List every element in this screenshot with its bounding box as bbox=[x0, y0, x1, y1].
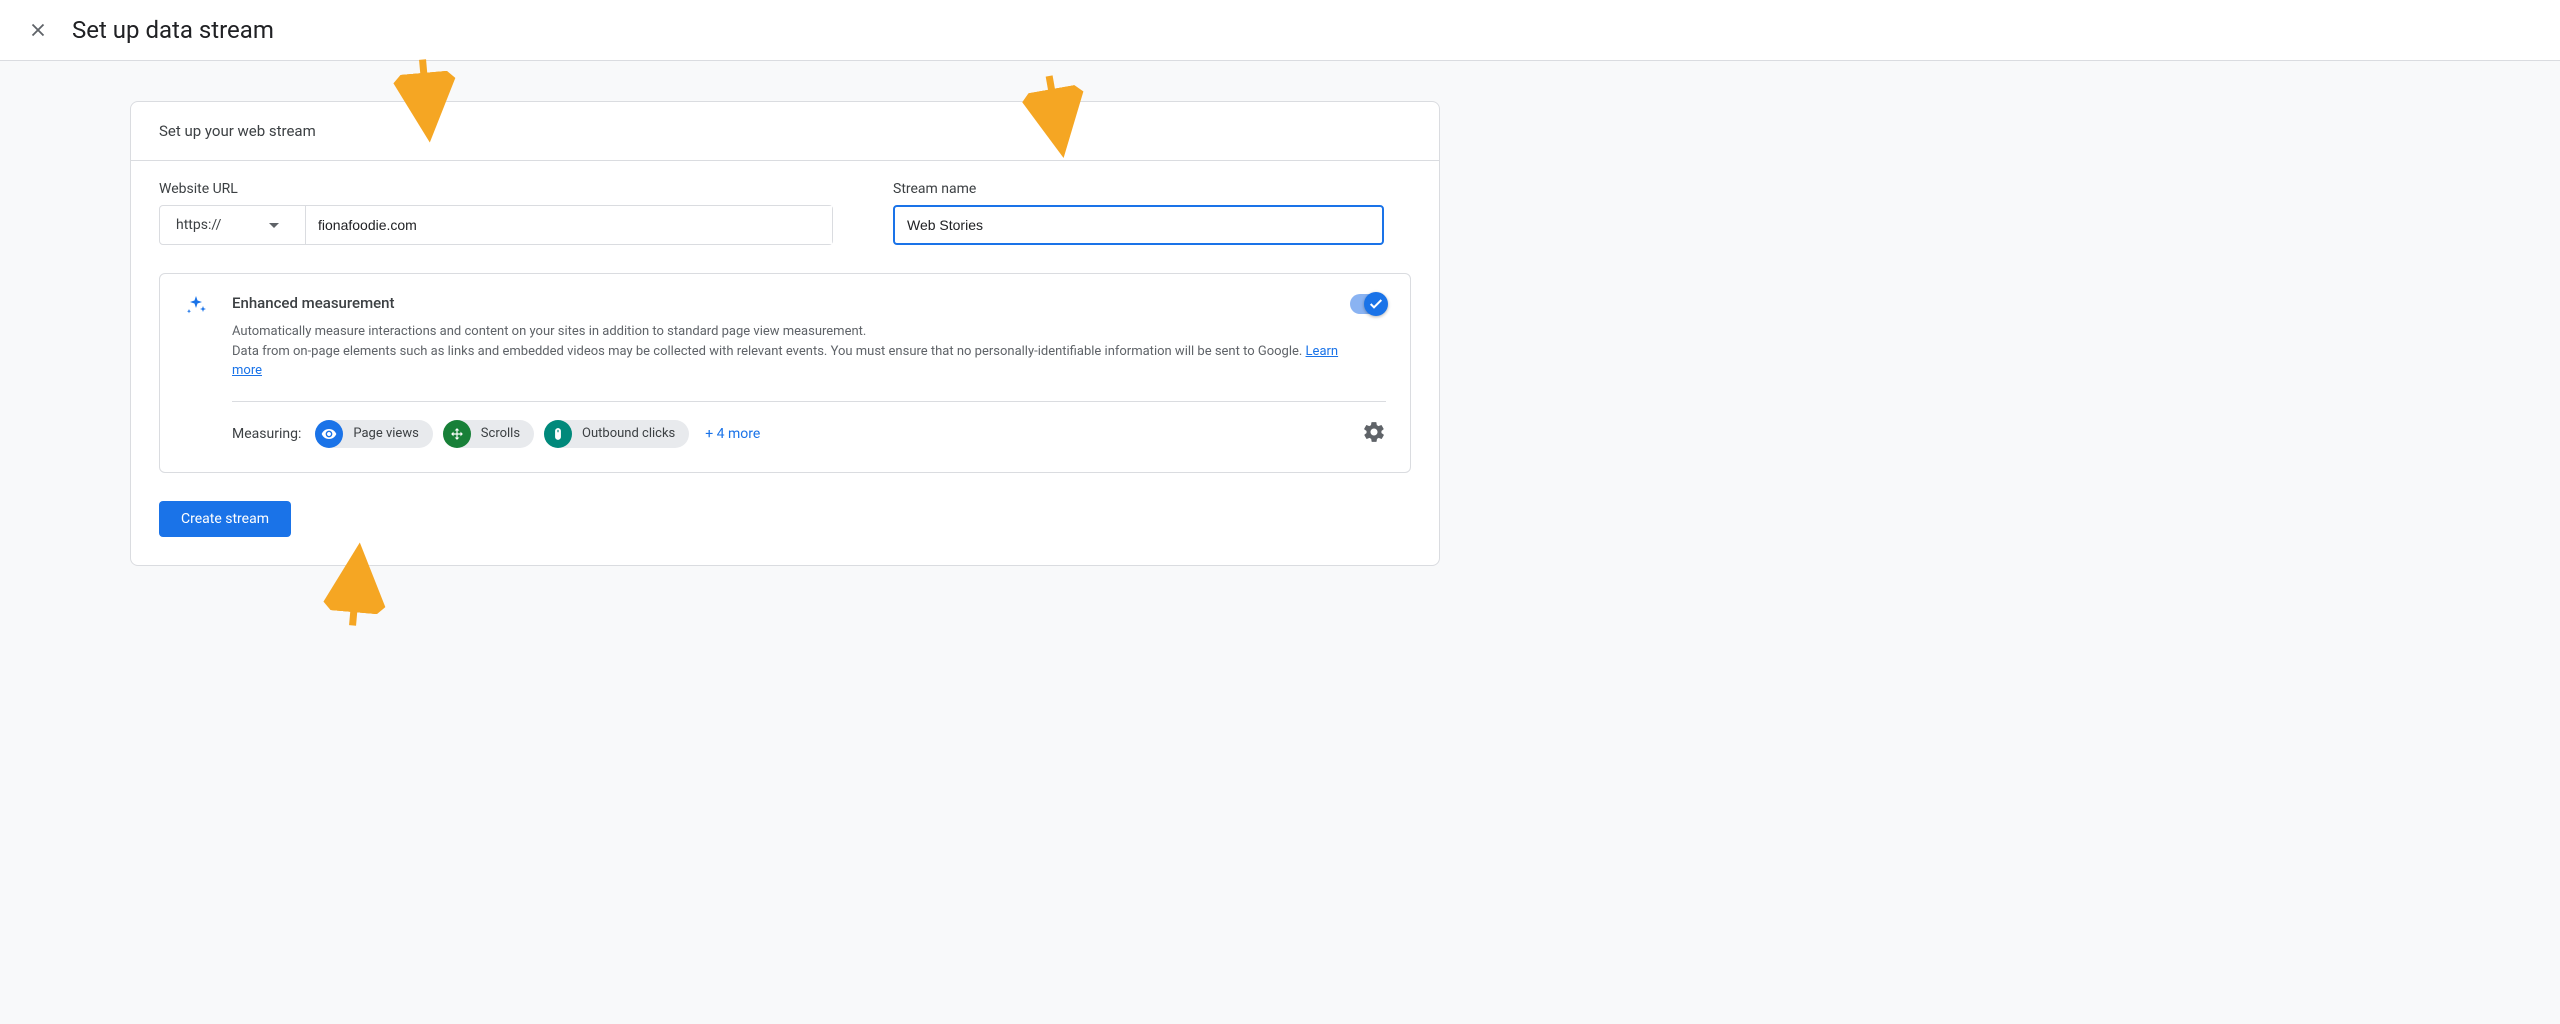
url-label: Website URL bbox=[159, 181, 833, 197]
check-icon bbox=[1368, 296, 1384, 312]
chip-label: Page views bbox=[353, 426, 418, 441]
create-stream-button[interactable]: Create stream bbox=[159, 501, 291, 537]
scroll-icon bbox=[443, 420, 471, 448]
enhanced-title: Enhanced measurement bbox=[232, 294, 1350, 312]
settings-button[interactable] bbox=[1362, 420, 1386, 448]
chip-outbound-clicks: Outbound clicks bbox=[544, 420, 689, 448]
divider bbox=[232, 401, 1386, 402]
sparkle-icon bbox=[184, 294, 208, 318]
card-subtitle: Set up your web stream bbox=[131, 102, 1439, 161]
mouse-icon bbox=[544, 420, 572, 448]
stream-name-input[interactable] bbox=[893, 205, 1384, 245]
chip-scrolls: Scrolls bbox=[443, 420, 534, 448]
annotation-arrow bbox=[307, 536, 406, 635]
eye-icon bbox=[315, 420, 343, 448]
stream-name-label: Stream name bbox=[893, 181, 1384, 197]
enhanced-description: Automatically measure interactions and c… bbox=[232, 322, 1350, 381]
enhanced-measurement-box: Enhanced measurement Automatically measu… bbox=[159, 273, 1411, 473]
form-row: Website URL https:// Stream name bbox=[131, 161, 1439, 245]
measuring-row: Measuring: Page views Scrolls bbox=[232, 420, 1386, 448]
stream-card: Set up your web stream Website URL https… bbox=[130, 101, 1440, 566]
enhanced-toggle[interactable] bbox=[1350, 294, 1386, 314]
protocol-select[interactable]: https:// bbox=[160, 206, 306, 244]
url-input-group: https:// bbox=[159, 205, 833, 245]
gear-icon bbox=[1362, 420, 1386, 444]
chip-label: Scrolls bbox=[481, 426, 520, 441]
close-icon bbox=[27, 19, 49, 41]
page-header: Set up data stream bbox=[0, 0, 2560, 61]
chevron-down-icon bbox=[269, 223, 279, 228]
page-title: Set up data stream bbox=[72, 16, 274, 44]
more-link[interactable]: + 4 more bbox=[705, 426, 760, 442]
protocol-value: https:// bbox=[176, 217, 221, 233]
chip-page-views: Page views bbox=[315, 420, 432, 448]
website-url-input[interactable] bbox=[306, 206, 832, 244]
chip-label: Outbound clicks bbox=[582, 426, 675, 441]
close-button[interactable] bbox=[24, 16, 52, 44]
measuring-label: Measuring: bbox=[232, 426, 301, 442]
